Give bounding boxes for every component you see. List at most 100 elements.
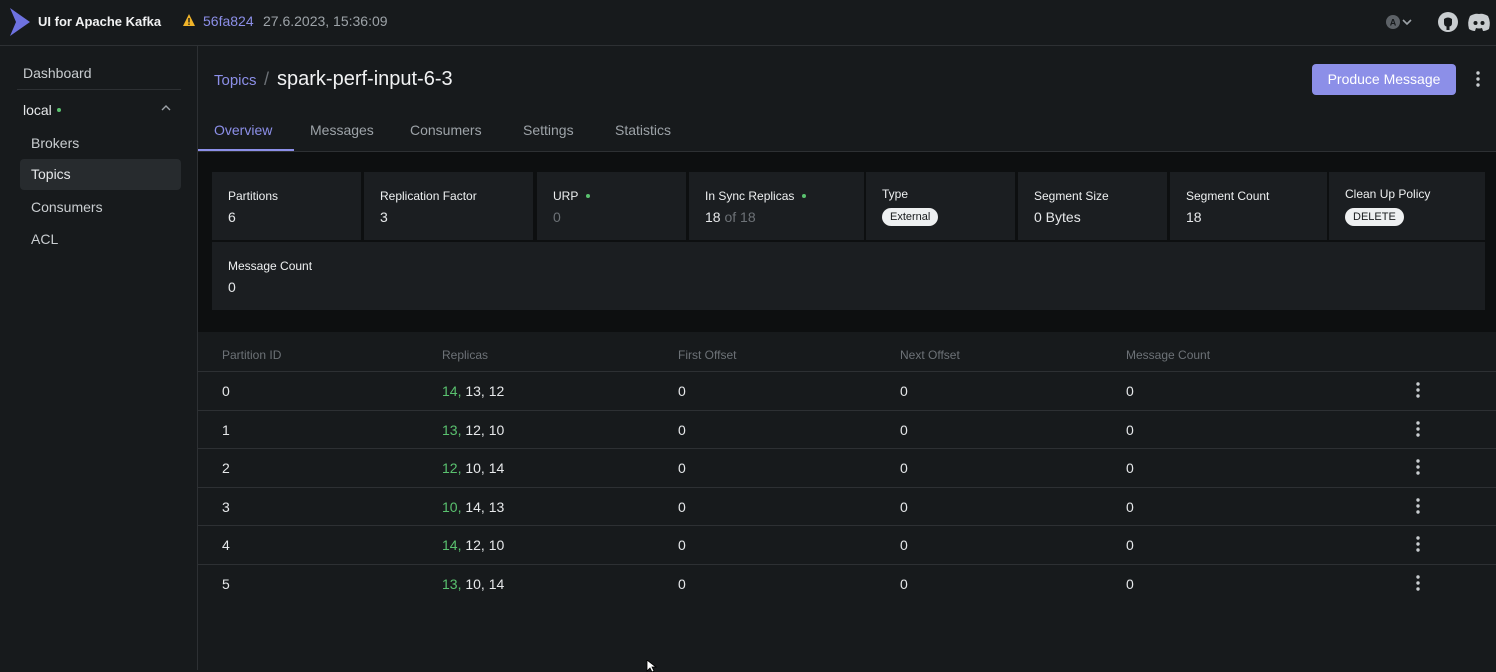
sidebar-item-brokers[interactable]: Brokers (20, 128, 181, 159)
stat-label: Segment Count (1186, 189, 1270, 203)
mouse-cursor-icon (646, 660, 658, 672)
next-offset: 0 (900, 383, 908, 399)
tab-consumers[interactable]: Consumers (410, 122, 482, 138)
tab-statistics[interactable]: Statistics (615, 122, 671, 138)
tab-overview[interactable]: Overview (214, 122, 272, 138)
message-count: 0 (1126, 422, 1134, 438)
leader-replica: 13, (442, 422, 462, 438)
top-bar: UI for Apache Kafka 56fa824 27.6.2023, 1… (0, 0, 1496, 46)
chevron-up-icon[interactable] (160, 103, 172, 113)
stat-type: Type External (866, 172, 1015, 240)
next-offset: 0 (900, 537, 908, 553)
kafka-logo-icon[interactable] (8, 6, 32, 38)
leader-replica: 14, (442, 537, 462, 553)
stat-replication-factor: Replication Factor 3 (364, 172, 533, 240)
produce-message-button[interactable]: Produce Message (1312, 64, 1456, 95)
row-menu-icon[interactable] (1414, 420, 1422, 438)
partition-id: 3 (222, 499, 230, 515)
stat-label: Message Count (228, 259, 313, 273)
sidebar-item-consumers[interactable]: Consumers (20, 192, 181, 223)
stat-segment-size: Segment Size 0 Bytes (1018, 172, 1167, 240)
theme-switcher[interactable]: A (1384, 13, 1420, 31)
stat-message-count: Message Count 0 (212, 242, 1485, 310)
first-offset: 0 (678, 383, 686, 399)
stat-value: 0 (228, 279, 236, 295)
stat-value: 6 (228, 209, 236, 225)
nav-divider (17, 89, 181, 90)
first-offset: 0 (678, 537, 686, 553)
commit-link[interactable]: 56fa824 (203, 13, 254, 29)
follower-replicas: 14, 13 (465, 499, 505, 515)
next-offset: 0 (900, 576, 908, 592)
table-row: 4 14, 12, 10 0 0 0 (198, 525, 1496, 563)
follower-replicas: 13, 12 (465, 383, 505, 399)
first-offset: 0 (678, 422, 686, 438)
tab-settings[interactable]: Settings (523, 122, 574, 138)
isr-total: of 18 (724, 209, 756, 225)
stat-label-text: URP (553, 189, 579, 203)
leader-replica: 10, (442, 499, 462, 515)
stat-segment-count: Segment Count 18 (1170, 172, 1327, 240)
status-dot (586, 194, 591, 198)
replicas: 13, 10, 14 (442, 576, 504, 592)
first-offset: 0 (678, 460, 686, 476)
breadcrumb-topics[interactable]: Topics (214, 72, 257, 89)
column-header: First Offset (678, 348, 737, 362)
stat-label: In Sync Replicas (705, 189, 864, 203)
column-header: Message Count (1126, 348, 1211, 362)
leader-replica: 14, (442, 383, 462, 399)
app-title[interactable]: UI for Apache Kafka (38, 14, 161, 29)
next-offset: 0 (900, 422, 908, 438)
stat-value: 18 of 18 (705, 209, 864, 225)
status-dot (802, 194, 807, 198)
github-icon[interactable] (1437, 11, 1459, 33)
follower-replicas: 10, 14 (465, 576, 505, 592)
row-menu-icon[interactable] (1414, 535, 1422, 553)
partition-id: 2 (222, 460, 230, 476)
stat-label: Type (882, 187, 909, 201)
stat-label: URP (553, 189, 686, 203)
stat-value: 3 (380, 209, 388, 225)
follower-replicas: 12, 10 (465, 537, 505, 553)
stats-panel: Partitions 6 Replication Factor 3 URP 0 … (198, 152, 1496, 332)
svg-text:A: A (1390, 18, 1397, 28)
breadcrumb-separator: / (264, 69, 270, 89)
topic-tabs: Overview Messages Consumers Settings Sta… (198, 112, 1496, 152)
stat-value: 18 (1186, 209, 1202, 225)
stat-label: Replication Factor (380, 189, 477, 203)
sidebar: Dashboard local Brokers Topics Consumers… (0, 46, 198, 670)
next-offset: 0 (900, 499, 908, 515)
message-count: 0 (1126, 499, 1134, 515)
column-header: Next Offset (900, 348, 960, 362)
next-offset: 0 (900, 460, 908, 476)
nav-dashboard[interactable]: Dashboard (23, 65, 92, 81)
sidebar-item-topics[interactable]: Topics (20, 159, 181, 190)
build-date: 27.6.2023, 15:36:09 (263, 13, 388, 29)
stat-value: DELETE (1345, 207, 1485, 226)
partition-id: 5 (222, 576, 230, 592)
tab-messages[interactable]: Messages (310, 122, 374, 138)
stat-value: External (882, 207, 1015, 226)
table-row: 5 13, 10, 14 0 0 0 (198, 564, 1496, 602)
row-menu-icon[interactable] (1414, 381, 1422, 399)
discord-icon[interactable] (1467, 11, 1491, 33)
sidebar-item-acl[interactable]: ACL (20, 224, 181, 255)
row-menu-icon[interactable] (1414, 497, 1422, 515)
follower-replicas: 12, 10 (465, 422, 505, 438)
stat-label: Clean Up Policy (1345, 187, 1431, 201)
type-badge: External (882, 208, 939, 226)
leader-replica: 12, (442, 460, 462, 476)
table-row: 3 10, 14, 13 0 0 0 (198, 487, 1496, 525)
cluster-local[interactable]: local (23, 102, 61, 118)
active-tab-indicator (198, 149, 294, 151)
replicas: 12, 10, 14 (442, 460, 504, 476)
row-menu-icon[interactable] (1414, 574, 1422, 592)
replicas: 10, 14, 13 (442, 499, 504, 515)
more-options-icon[interactable] (1472, 70, 1484, 88)
partition-id: 0 (222, 383, 230, 399)
replicas: 14, 12, 10 (442, 537, 504, 553)
row-menu-icon[interactable] (1414, 458, 1422, 476)
message-count: 0 (1126, 537, 1134, 553)
column-header: Replicas (442, 348, 489, 362)
stat-value: 0 Bytes (1034, 209, 1081, 225)
